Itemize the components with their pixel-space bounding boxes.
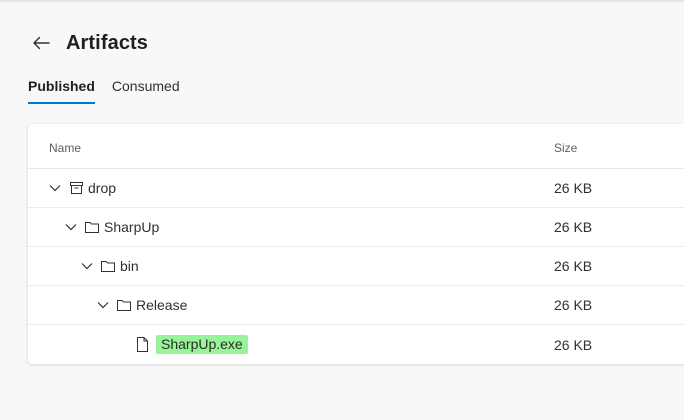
table-row[interactable]: SharpUp 26 KB [28, 208, 684, 247]
table-row[interactable]: drop 26 KB [28, 169, 684, 208]
row-size: 26 KB [554, 180, 593, 196]
tab-bar: Published Consumed [28, 74, 197, 104]
table-row[interactable]: SharpUp.exe 26 KB [28, 325, 684, 364]
top-border [0, 0, 684, 2]
row-name: SharpUp [104, 219, 160, 235]
chevron-down-icon[interactable] [64, 220, 78, 234]
folder-icon [116, 297, 132, 313]
tab-consumed[interactable]: Consumed [112, 74, 180, 104]
row-size: 26 KB [554, 258, 593, 274]
page-title: Artifacts [66, 31, 149, 54]
column-header-name: Name [49, 141, 82, 155]
row-size: 26 KB [554, 336, 593, 353]
page-header: Artifacts [28, 28, 148, 58]
row-name[interactable]: SharpUp.exe [156, 335, 248, 354]
folder-icon [100, 258, 116, 274]
row-size: 26 KB [554, 297, 593, 313]
table-header: Name Size [28, 124, 684, 169]
table-row[interactable]: bin 26 KB [28, 247, 684, 286]
folder-icon [84, 219, 100, 235]
arrow-left-icon [33, 36, 50, 50]
artifact-icon [68, 180, 84, 196]
back-button[interactable] [28, 30, 54, 56]
row-name: drop [88, 180, 117, 196]
chevron-down-icon[interactable] [96, 298, 110, 312]
row-size: 26 KB [554, 219, 593, 235]
column-header-size: Size [554, 141, 578, 155]
tab-published[interactable]: Published [28, 74, 95, 104]
row-name: bin [120, 258, 139, 274]
row-name: Release [136, 297, 188, 313]
chevron-down-icon[interactable] [48, 181, 62, 195]
artifacts-table: Name Size drop 26 KB SharpUp 26 KB bin 2… [28, 124, 684, 364]
chevron-down-icon[interactable] [80, 259, 94, 273]
table-row[interactable]: Release 26 KB [28, 286, 684, 325]
file-icon [134, 337, 150, 353]
